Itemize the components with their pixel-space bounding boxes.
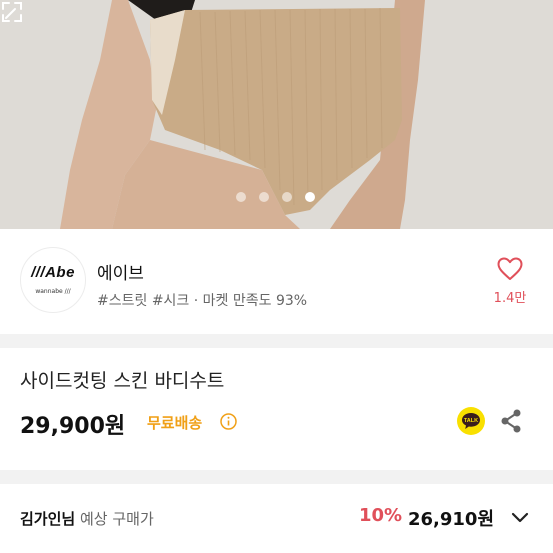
logo-brand-text: ///Abe <box>31 264 75 281</box>
expected-price-row[interactable]: 김가인님 예상 구매가 <box>20 508 154 529</box>
seller-name[interactable]: 에이브 <box>97 259 144 284</box>
carousel-dot[interactable] <box>305 192 315 202</box>
kakao-talk-icon[interactable]: TALK <box>456 406 486 436</box>
like-count: 1.4만 <box>493 291 527 306</box>
product-title: 사이드컷팅 스킨 바디수트 <box>20 370 225 392</box>
carousel-dot[interactable] <box>282 192 292 202</box>
shipping-label: 무료배송 <box>147 414 203 432</box>
info-icon[interactable] <box>220 413 237 430</box>
carousel-dot[interactable] <box>259 192 269 202</box>
like-button[interactable]: 1.4만 <box>490 257 530 306</box>
carousel-dot[interactable] <box>236 192 246 202</box>
chevron-down-icon[interactable] <box>509 506 531 528</box>
carousel-dots <box>236 192 315 202</box>
discount-percent: 10% <box>359 505 403 526</box>
seller-logo[interactable]: ///Abe wannabe /// <box>20 247 86 313</box>
share-icon[interactable] <box>499 408 523 434</box>
expected-price: 26,910원 <box>408 509 495 530</box>
expected-price-label: 예상 구매가 <box>79 510 154 528</box>
svg-text:TALK: TALK <box>464 418 478 424</box>
product-image[interactable] <box>0 0 553 229</box>
buyer-name: 김가인님 <box>20 510 76 528</box>
product-price: 29,900원 <box>20 414 126 439</box>
expand-icon[interactable] <box>0 0 24 24</box>
logo-sub-text: wannabe /// <box>35 288 71 295</box>
section-divider <box>0 470 553 484</box>
section-divider <box>0 334 553 348</box>
heart-icon <box>497 257 523 280</box>
seller-tags: #스트릿 #시크 · 마켓 만족도 93% <box>97 293 308 309</box>
